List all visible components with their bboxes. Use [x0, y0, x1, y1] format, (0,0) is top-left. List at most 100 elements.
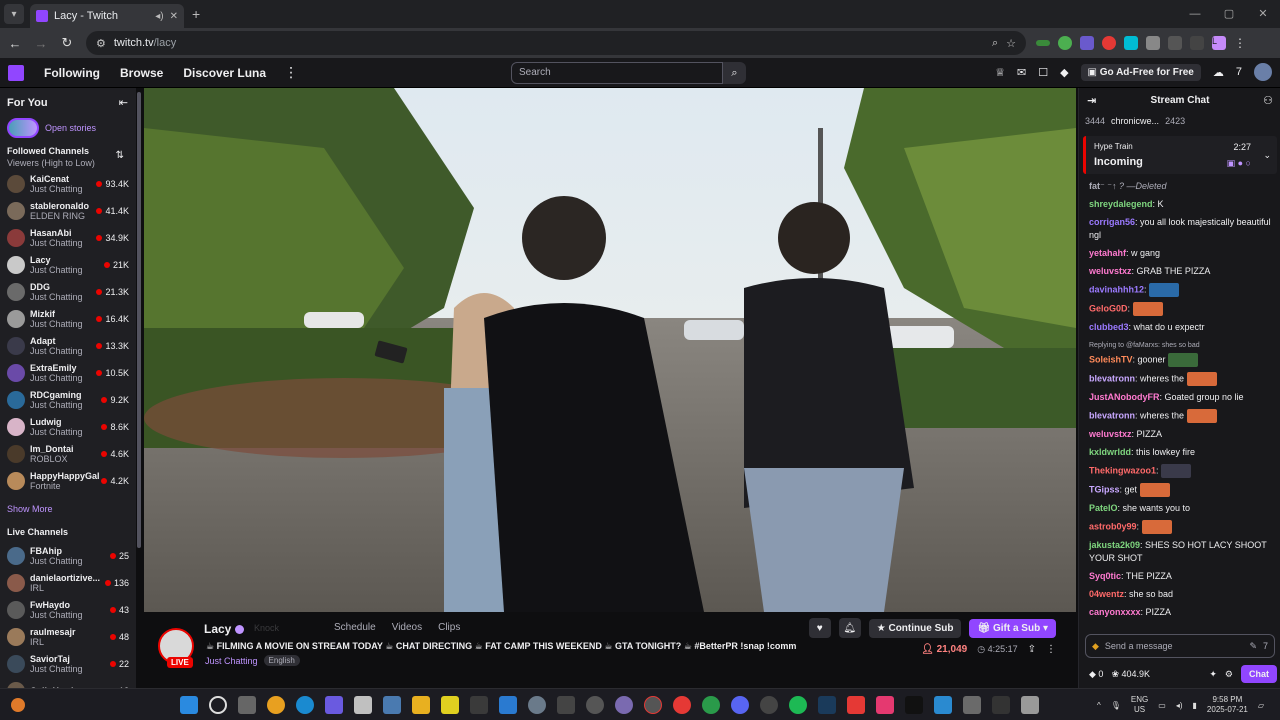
chat-message[interactable]: blevatronn: wheres the: [1089, 372, 1275, 386]
reload-icon[interactable]: ↻: [56, 35, 78, 51]
battery-icon[interactable]: ▮: [1193, 701, 1197, 710]
sidebar-channel[interactable]: stableronaldo ELDEN RING 41.4K: [7, 198, 129, 224]
settings-icon[interactable]: [528, 695, 546, 714]
chat-username[interactable]: corrigan56: [1089, 217, 1135, 227]
video-player[interactable]: [144, 88, 1076, 612]
chat-username[interactable]: SoleishTV: [1089, 354, 1133, 364]
chat-message[interactable]: canyonxxxx: PIZZA: [1089, 606, 1275, 619]
tab-schedule[interactable]: Schedule: [334, 622, 376, 633]
nav-discover[interactable]: Discover Luna: [183, 66, 266, 80]
chat-message[interactable]: 04wentz: she so bad: [1089, 588, 1275, 601]
chat-username[interactable]: Syq0tic: [1089, 571, 1121, 581]
share-icon[interactable]: ⇪: [1028, 644, 1036, 655]
back-icon[interactable]: ←: [4, 36, 26, 51]
extension-red-icon[interactable]: [1102, 36, 1116, 50]
copilot-icon[interactable]: [325, 695, 343, 714]
chat-username[interactable]: 04wentz: [1089, 589, 1124, 599]
chat-message[interactable]: Thekingwazoo1:: [1089, 464, 1275, 478]
sidebar-channel[interactable]: danielaortizive... IRL 136: [7, 570, 129, 596]
taskbar-misc-icon[interactable]: [1021, 695, 1039, 714]
chat-message[interactable]: corrigan56: you all look majestically be…: [1089, 216, 1275, 242]
app-circle-icon[interactable]: [760, 695, 778, 714]
notifications-icon[interactable]: ☁: [1213, 66, 1224, 79]
7tv-icon[interactable]: 7: [1236, 66, 1242, 78]
chat-username[interactable]: shreydalegend: [1089, 199, 1153, 209]
chat-input[interactable]: ◆ Send a message ✎ 7: [1085, 634, 1275, 658]
open-stories[interactable]: Open stories: [7, 118, 96, 138]
epic-games-icon[interactable]: [992, 695, 1010, 714]
ad-free-button[interactable]: ▣ Go Ad-Free for Free: [1080, 63, 1201, 81]
chat-message[interactable]: PatelO: she wants you to: [1089, 502, 1275, 515]
tiktok-studio-icon[interactable]: [876, 695, 894, 714]
chat-message[interactable]: weluvstxz: GRAB THE PIZZA: [1089, 265, 1275, 278]
extension-misc-icon[interactable]: [1146, 36, 1160, 50]
search-input[interactable]: Search: [511, 62, 723, 84]
chevron-down-icon[interactable]: ⌄: [1263, 150, 1271, 161]
chat-username[interactable]: yetahahf: [1089, 248, 1126, 258]
taskbar-app-icon[interactable]: [963, 695, 981, 714]
tray-chevron-icon[interactable]: ^: [1097, 701, 1101, 710]
bits-icon[interactable]: ◆: [1092, 641, 1099, 652]
tab-search-icon[interactable]: ▾: [4, 4, 24, 24]
notification-center-icon[interactable]: ▱: [1258, 701, 1264, 710]
extension-7tv-icon[interactable]: [1124, 36, 1138, 50]
sidebar-channel[interactable]: SaviorTaj Just Chatting 22: [7, 651, 129, 677]
edge-icon[interactable]: [296, 695, 314, 714]
profile-avatar-icon[interactable]: L: [1212, 36, 1226, 50]
photos-icon[interactable]: [499, 695, 517, 714]
tab-clips[interactable]: Clips: [438, 622, 460, 633]
sidebar-channel[interactable]: HappyHappyGal Fortnite 4.2K: [7, 468, 129, 494]
bookmark-star-icon[interactable]: ☆: [1006, 37, 1016, 50]
close-window-icon[interactable]: ✕: [1246, 0, 1280, 28]
browser-tab[interactable]: Lacy - Twitch ◂) ✕: [30, 4, 184, 28]
sidebar-channel[interactable]: Mizkif Just Chatting 16.4K: [7, 306, 129, 332]
file-explorer-icon[interactable]: [412, 695, 430, 714]
chat-settings-icon[interactable]: ⚙: [1225, 669, 1233, 680]
chat-username[interactable]: GeloG0D: [1089, 303, 1128, 313]
language-indicator[interactable]: ENG US: [1131, 695, 1148, 715]
sidebar-channel[interactable]: FBAhip Just Chatting 25: [7, 543, 129, 569]
collapse-sidebar-icon[interactable]: ⇤: [119, 96, 128, 109]
chat-message[interactable]: fat⁻ ⁻↑ ? —Deleted: [1089, 180, 1275, 193]
search-icon[interactable]: ⌕: [723, 62, 746, 84]
zoom-icon[interactable]: ⌕: [992, 37, 998, 50]
tor-icon[interactable]: [615, 695, 633, 714]
task-view-icon[interactable]: [238, 695, 256, 714]
whispers-icon[interactable]: ☐: [1038, 66, 1048, 79]
nav-more-icon[interactable]: ⋮: [284, 64, 298, 81]
sticky-notes-icon[interactable]: [441, 695, 459, 714]
sidebar-channel[interactable]: Lacy Just Chatting 21K: [7, 252, 129, 278]
nav-browse[interactable]: Browse: [120, 66, 163, 80]
chat-message[interactable]: davinahhh12:: [1089, 283, 1275, 297]
nav-following[interactable]: Following: [44, 66, 100, 80]
chat-username[interactable]: blevatronn: [1089, 410, 1135, 420]
sidebar-channel[interactable]: RDCgaming Just Chatting 9.2K: [7, 387, 129, 413]
knock-button[interactable]: Knock: [254, 623, 279, 633]
widgets-icon[interactable]: [0, 697, 36, 712]
extension-green-icon[interactable]: [1036, 40, 1050, 46]
facebook-icon[interactable]: [934, 695, 952, 714]
sidebar-channel[interactable]: Im_Dontai ROBLOX 4.6K: [7, 441, 129, 467]
sidebar-channel[interactable]: KaiCenat Just Chatting 93.4K: [7, 171, 129, 197]
chat-username[interactable]: Thekingwazoo1: [1089, 465, 1156, 475]
extensions-puzzle-icon[interactable]: [1168, 36, 1182, 50]
extension-circle-icon[interactable]: [1058, 36, 1072, 50]
chat-send-button[interactable]: Chat: [1241, 665, 1277, 683]
more-options-icon[interactable]: ⋮: [1046, 644, 1056, 655]
chat-username[interactable]: clubbed3: [1089, 322, 1129, 332]
chat-message[interactable]: astrob0y99:: [1089, 520, 1275, 534]
network-icon[interactable]: ▭: [1158, 701, 1166, 710]
category-link[interactable]: Just Chatting: [205, 656, 258, 666]
emote-picker-icon[interactable]: ✎: [1249, 641, 1257, 652]
inbox-icon[interactable]: ✉: [1017, 66, 1026, 79]
chat-message[interactable]: yetahahf: w gang: [1089, 247, 1275, 260]
chat-message[interactable]: Syq0tic: THE PIZZA: [1089, 570, 1275, 583]
hype-train-banner[interactable]: Hype Train Incoming 2:27 ▣ ● ○ ⌄: [1083, 136, 1277, 174]
sidebar-channel[interactable]: FwHaydo Just Chatting 43: [7, 597, 129, 623]
calculator-icon[interactable]: [383, 695, 401, 714]
language-tag[interactable]: English: [263, 655, 300, 666]
taskbar-search-icon[interactable]: [209, 695, 227, 714]
channel-points-reward-icon[interactable]: ✦: [1209, 669, 1217, 680]
tiktok-icon[interactable]: [905, 695, 923, 714]
store-icon[interactable]: [470, 695, 488, 714]
